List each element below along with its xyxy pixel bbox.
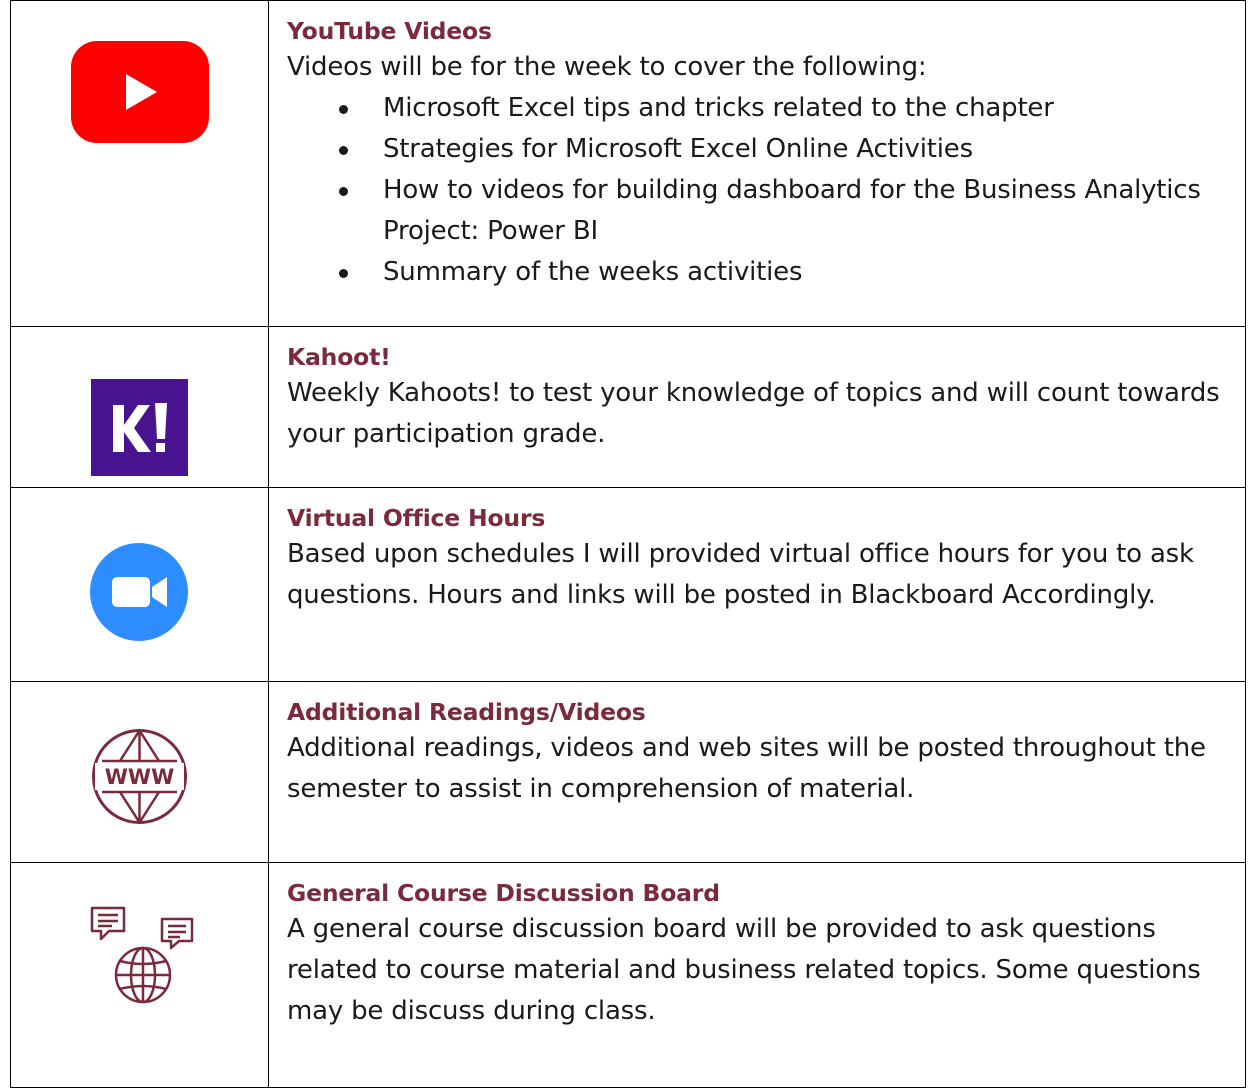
text-cell: YouTube Videos Videos will be for the we… (268, 0, 1246, 327)
text-cell: General Course Discussion Board A genera… (268, 862, 1246, 1088)
row-heading: Kahoot! (287, 343, 391, 371)
icon-cell (10, 326, 269, 488)
row-heading: General Course Discussion Board (287, 879, 720, 907)
list-item: Summary of the weeks activities (339, 252, 1235, 293)
row-heading: YouTube Videos (287, 17, 492, 45)
icon-cell (10, 0, 269, 327)
youtube-icon (71, 41, 209, 143)
row-body: Additional readings, videos and web site… (287, 733, 1206, 804)
text-cell: Additional Readings/Videos Additional re… (268, 681, 1246, 863)
row-heading: Virtual Office Hours (287, 504, 546, 532)
icon-cell: WWW (10, 681, 269, 863)
table-row: WWW Additional Readings/Videos Additiona… (10, 681, 1246, 863)
discussion-globe-icon (90, 906, 194, 1004)
zoom-video-icon (90, 543, 188, 641)
list-item: How to videos for building dashboard for… (339, 170, 1235, 252)
list-item: Strategies for Microsoft Excel Online Ac… (339, 129, 1235, 170)
bullet-list: Microsoft Excel tips and tricks related … (287, 88, 1235, 293)
list-item: Microsoft Excel tips and tricks related … (339, 88, 1235, 129)
row-body: Based upon schedules I will provided vir… (287, 539, 1194, 610)
row-heading: Additional Readings/Videos (287, 698, 646, 726)
table-row: Kahoot! Weekly Kahoots! to test your kno… (10, 326, 1246, 488)
table-row: YouTube Videos Videos will be for the we… (10, 0, 1246, 327)
icon-cell (10, 862, 269, 1088)
www-globe-icon: WWW (92, 729, 187, 824)
icon-cell (10, 487, 269, 682)
row-intro: Videos will be for the week to cover the… (287, 52, 927, 82)
row-body: Weekly Kahoots! to test your knowledge o… (287, 378, 1220, 449)
resources-table: YouTube Videos Videos will be for the we… (10, 0, 1246, 1088)
table-row: Virtual Office Hours Based upon schedule… (10, 487, 1246, 682)
table-row: General Course Discussion Board A genera… (10, 862, 1246, 1088)
row-body: A general course discussion board will b… (287, 914, 1201, 1026)
kahoot-icon (91, 379, 188, 476)
www-icon-label: WWW (105, 765, 175, 789)
text-cell: Kahoot! Weekly Kahoots! to test your kno… (268, 326, 1246, 488)
text-cell: Virtual Office Hours Based upon schedule… (268, 487, 1246, 682)
